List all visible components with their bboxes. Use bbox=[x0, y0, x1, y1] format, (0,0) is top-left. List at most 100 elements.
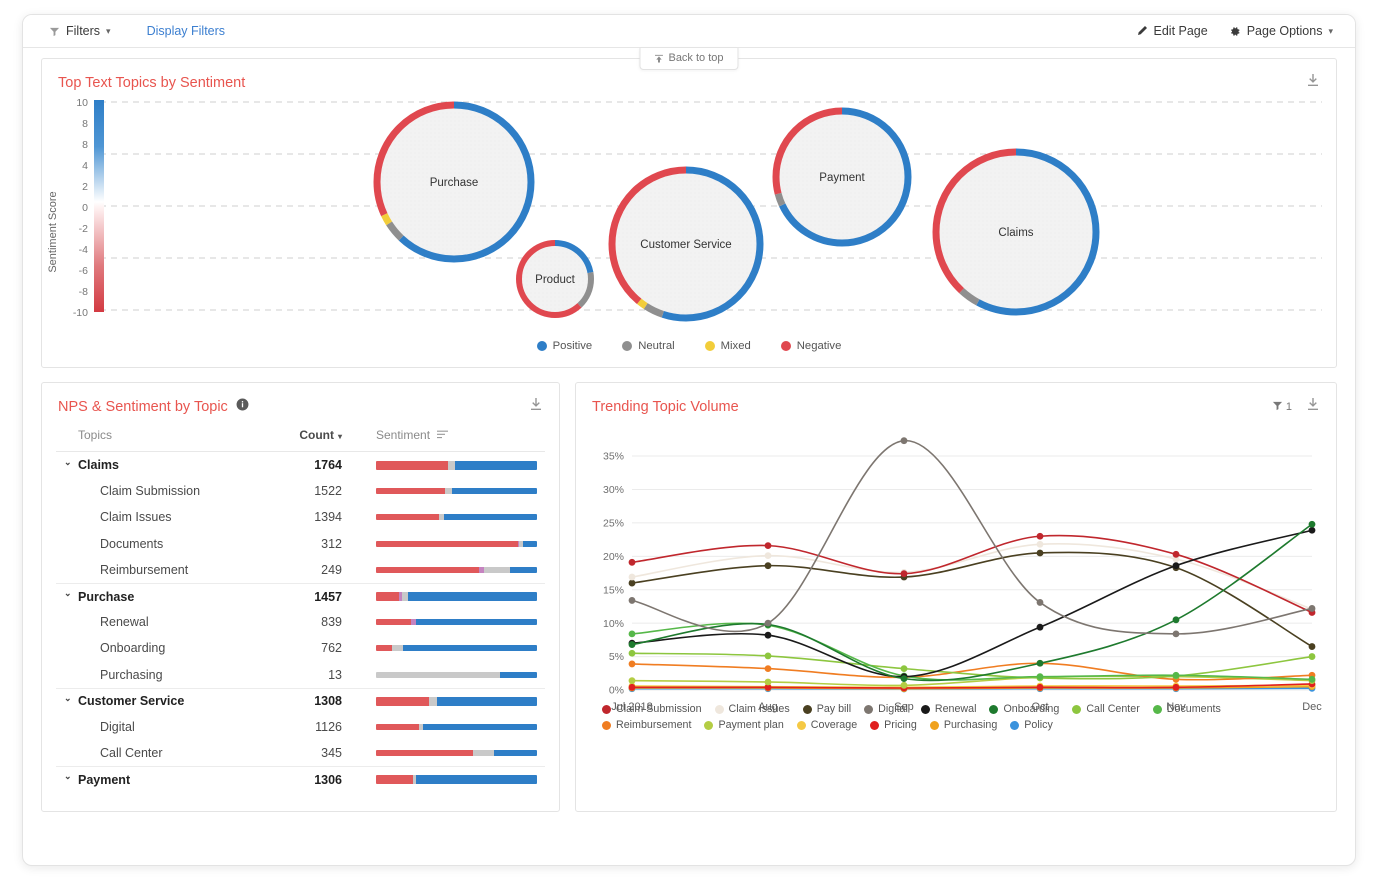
legend-item-pricing[interactable]: Pricing bbox=[870, 719, 917, 731]
table-row[interactable]: Claim Issues 1394 bbox=[56, 504, 545, 530]
info-icon[interactable] bbox=[236, 398, 249, 416]
data-point[interactable] bbox=[628, 677, 636, 685]
data-point[interactable] bbox=[1308, 653, 1316, 660]
data-point[interactable] bbox=[628, 660, 636, 668]
legend-item-coverage[interactable]: Coverage bbox=[796, 719, 857, 731]
table-row[interactable]: Claim Submission 1522 bbox=[56, 478, 545, 504]
download-icon[interactable] bbox=[529, 397, 543, 416]
data-point[interactable] bbox=[1172, 683, 1180, 691]
data-point[interactable] bbox=[1308, 675, 1316, 683]
data-point[interactable] bbox=[1036, 599, 1044, 606]
bubble-purchase[interactable]: Purchase bbox=[373, 101, 535, 263]
data-point[interactable] bbox=[1172, 671, 1180, 679]
data-point[interactable] bbox=[1172, 562, 1180, 570]
data-point[interactable] bbox=[900, 675, 908, 683]
data-point[interactable] bbox=[628, 641, 636, 648]
legend-item-digital[interactable]: Digital bbox=[864, 703, 908, 715]
download-icon[interactable] bbox=[1306, 397, 1320, 416]
legend-item-positive[interactable]: Positive bbox=[536, 340, 592, 352]
data-point[interactable] bbox=[764, 619, 772, 627]
bubble-customer-service[interactable]: Customer Service bbox=[608, 166, 764, 322]
legend-item-call-center[interactable]: Call Center bbox=[1072, 703, 1140, 715]
data-point[interactable] bbox=[1308, 605, 1316, 612]
table-row[interactable]: ⌄ Purchase 1457 bbox=[56, 582, 545, 609]
display-filters-link[interactable]: Display Filters bbox=[147, 24, 226, 38]
sort-icon[interactable] bbox=[437, 428, 449, 442]
legend-item-negative[interactable]: Negative bbox=[780, 340, 841, 352]
data-point[interactable] bbox=[1036, 532, 1044, 540]
data-point[interactable] bbox=[1036, 540, 1044, 548]
download-icon[interactable] bbox=[1306, 73, 1320, 92]
legend-item-reimbursement[interactable]: Reimbursement bbox=[602, 719, 691, 731]
data-point[interactable] bbox=[900, 570, 908, 578]
data-point[interactable] bbox=[1036, 549, 1044, 557]
data-point[interactable] bbox=[1172, 550, 1180, 558]
legend-item-claim-issues[interactable]: Claim Issues bbox=[714, 703, 790, 715]
table-row[interactable]: Documents 312 bbox=[56, 531, 545, 557]
column-header-sentiment[interactable]: Sentiment bbox=[342, 428, 545, 442]
column-header-topics[interactable]: Topics bbox=[56, 428, 254, 442]
table-row[interactable]: Call Center 345 bbox=[56, 740, 545, 766]
chart-filter-button[interactable]: 1 bbox=[1272, 398, 1292, 416]
data-point[interactable] bbox=[900, 681, 908, 689]
data-point[interactable] bbox=[628, 649, 636, 657]
data-point[interactable] bbox=[1036, 673, 1044, 681]
legend-item-renewal[interactable]: Renewal bbox=[920, 703, 976, 715]
edit-page-button[interactable]: Edit Page bbox=[1136, 24, 1208, 38]
data-point[interactable] bbox=[1308, 643, 1316, 650]
page-options-button[interactable]: Page Options ▾ bbox=[1228, 24, 1333, 38]
back-to-top-button[interactable]: Back to top bbox=[639, 48, 739, 70]
series-digital[interactable] bbox=[628, 437, 1316, 638]
chevron-down-icon[interactable]: ⌄ bbox=[64, 588, 78, 599]
legend-item-neutral[interactable]: Neutral bbox=[622, 340, 675, 352]
bubble-claims[interactable]: Claims bbox=[932, 148, 1100, 316]
data-point[interactable] bbox=[628, 573, 636, 581]
data-point[interactable] bbox=[764, 665, 772, 673]
data-point[interactable] bbox=[1308, 526, 1316, 534]
table-row[interactable]: Renewal 839 bbox=[56, 609, 545, 635]
chevron-down-icon[interactable]: ⌄ bbox=[64, 771, 78, 782]
data-point[interactable] bbox=[764, 562, 772, 570]
legend-item-policy[interactable]: Policy bbox=[1010, 719, 1053, 731]
data-point[interactable] bbox=[764, 678, 772, 686]
data-point[interactable] bbox=[764, 631, 772, 639]
chevron-down-icon[interactable]: ⌄ bbox=[64, 457, 78, 468]
legend-item-payment-plan[interactable]: Payment plan bbox=[704, 719, 784, 731]
legend-item-onboarding[interactable]: Onboarding bbox=[989, 703, 1059, 715]
legend-item-claim-submission[interactable]: Claim Submission bbox=[602, 703, 702, 715]
data-point[interactable] bbox=[764, 552, 772, 560]
data-point[interactable] bbox=[764, 542, 772, 550]
table-row[interactable]: ⌄ Claims 1764 bbox=[56, 452, 545, 478]
legend-item-purchasing[interactable]: Purchasing bbox=[929, 719, 997, 731]
data-point[interactable] bbox=[764, 652, 772, 660]
data-point[interactable] bbox=[1172, 616, 1180, 624]
table-row[interactable]: Reimbursement 249 bbox=[56, 557, 545, 583]
series-claim-issues[interactable] bbox=[628, 540, 1316, 613]
table-row[interactable]: Purchasing 13 bbox=[56, 662, 545, 688]
data-point[interactable] bbox=[900, 437, 908, 445]
filters-button[interactable]: Filters ▾ bbox=[49, 24, 111, 38]
table-row[interactable]: ⌄ Payment 1306 bbox=[56, 766, 545, 792]
data-point[interactable] bbox=[628, 597, 636, 604]
table-row[interactable]: ⌄ Customer Service 1308 bbox=[56, 687, 545, 714]
table-row[interactable]: Onboarding 762 bbox=[56, 635, 545, 661]
column-header-count[interactable]: Count ▾ bbox=[254, 428, 342, 442]
series-claim-submission[interactable] bbox=[628, 532, 1316, 616]
data-point[interactable] bbox=[1036, 683, 1044, 691]
bubble-product[interactable]: Product bbox=[516, 240, 594, 318]
data-point[interactable] bbox=[628, 630, 636, 638]
series-pay-bill[interactable] bbox=[628, 549, 1316, 650]
data-point[interactable] bbox=[1172, 630, 1180, 638]
data-point[interactable] bbox=[628, 579, 636, 587]
legend-item-pay-bill[interactable]: Pay bill bbox=[802, 703, 851, 715]
data-point[interactable] bbox=[900, 665, 908, 673]
legend-item-mixed[interactable]: Mixed bbox=[704, 340, 751, 352]
data-point[interactable] bbox=[628, 558, 636, 566]
data-point[interactable] bbox=[1308, 520, 1316, 528]
chevron-down-icon[interactable]: ⌄ bbox=[64, 693, 78, 704]
table-row[interactable]: Digital 1126 bbox=[56, 714, 545, 740]
bubble-payment[interactable]: Payment bbox=[772, 107, 912, 247]
data-point[interactable] bbox=[1036, 659, 1044, 667]
data-point[interactable] bbox=[1036, 623, 1044, 631]
data-point[interactable] bbox=[628, 683, 636, 691]
